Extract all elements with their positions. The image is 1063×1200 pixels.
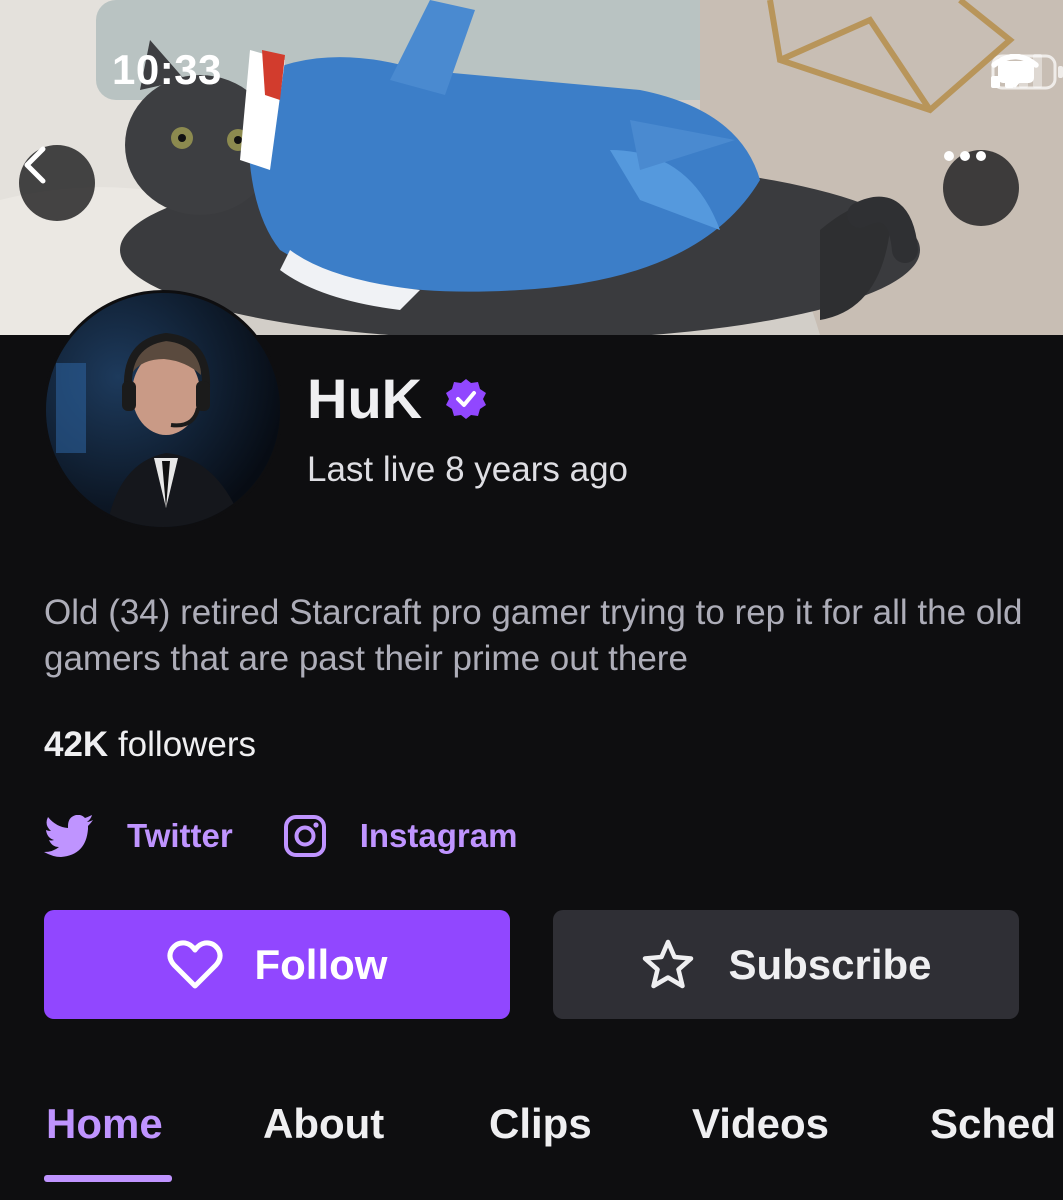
battery-icon bbox=[991, 54, 1063, 90]
channel-avatar[interactable] bbox=[43, 290, 283, 530]
twitter-link[interactable]: Twitter bbox=[44, 815, 233, 857]
subscribe-button[interactable]: Subscribe bbox=[553, 910, 1019, 1019]
back-button[interactable] bbox=[19, 145, 95, 221]
follow-button[interactable]: Follow bbox=[44, 910, 510, 1019]
heart-icon bbox=[166, 939, 223, 988]
chevron-left-icon bbox=[24, 146, 46, 184]
status-bar-time: 10:33 bbox=[112, 46, 222, 93]
star-icon bbox=[643, 939, 694, 988]
channel-tabs: Home About Clips Videos Sched bbox=[0, 1095, 1063, 1200]
avatar-image bbox=[46, 293, 280, 527]
tab-home[interactable]: Home bbox=[46, 1100, 163, 1148]
last-live-text: Last live 8 years ago bbox=[307, 450, 629, 489]
channel-banner: 10:33 bbox=[0, 0, 1063, 335]
more-horizontal-icon bbox=[944, 151, 986, 161]
active-tab-indicator bbox=[44, 1175, 172, 1182]
instagram-link[interactable]: Instagram bbox=[283, 814, 518, 858]
instagram-icon bbox=[283, 815, 326, 857]
twitter-icon bbox=[44, 815, 93, 857]
tab-videos[interactable]: Videos bbox=[692, 1100, 829, 1148]
verified-badge-icon bbox=[446, 378, 487, 419]
tab-about[interactable]: About bbox=[263, 1100, 384, 1148]
subscribe-label: Subscribe bbox=[728, 940, 932, 988]
channel-bio: Old (34) retired Starcraft pro gamer try… bbox=[44, 593, 1023, 678]
social-links: Twitter Instagram bbox=[44, 814, 517, 858]
channel-profile-page: 10:33 HuK Last live 8 years ago Old (34)… bbox=[0, 0, 1063, 1200]
follow-label: Follow bbox=[254, 940, 388, 988]
tab-schedule[interactable]: Sched bbox=[930, 1100, 1056, 1148]
channel-name-row: HuK bbox=[307, 366, 488, 431]
followers-count: 42K followers bbox=[44, 725, 256, 765]
tab-clips[interactable]: Clips bbox=[489, 1100, 592, 1148]
more-options-button[interactable] bbox=[943, 150, 1019, 226]
twitter-label: Twitter bbox=[127, 817, 233, 854]
followers-label: followers bbox=[117, 725, 257, 764]
instagram-label: Instagram bbox=[359, 817, 518, 854]
followers-number: 42K bbox=[44, 725, 109, 764]
channel-name: HuK bbox=[307, 367, 423, 430]
